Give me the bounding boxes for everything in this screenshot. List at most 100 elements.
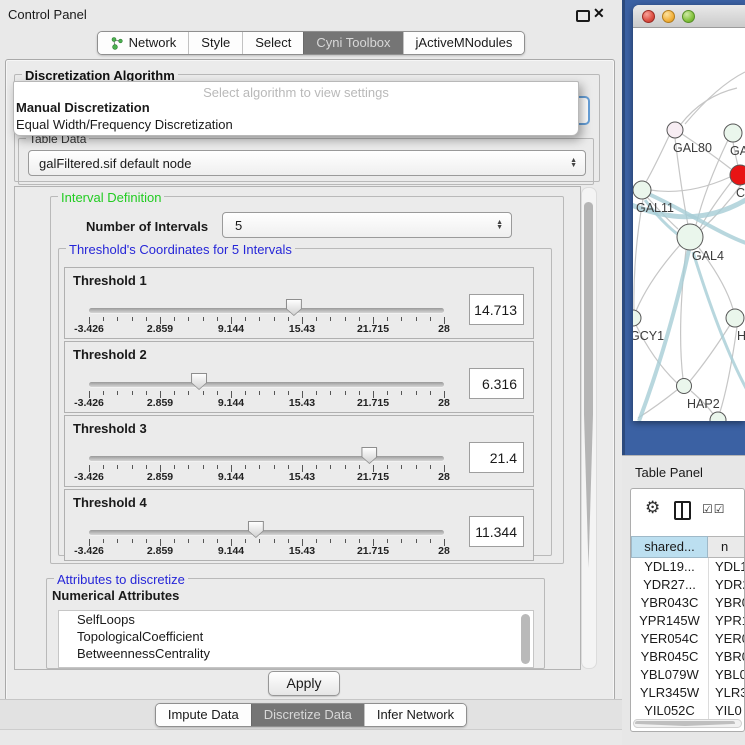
popup-item-equal-width-frequency[interactable]: Equal Width/Frequency Discretization [16,117,233,132]
slider-tick [416,391,417,395]
network-canvas[interactable]: GAL80GACGAL11GAL4GCY1HHAP2 [633,28,745,421]
cell-shared-name: YLR345W [631,684,709,702]
slider-track[interactable] [89,382,444,387]
network-node-gcy1[interactable] [633,310,641,326]
table-panel-body: ⚙ ☑☑ shared... n YDL19...YDL1YDR27...YDR… [630,488,745,732]
network-node-label: GAL4 [692,249,724,263]
table-row[interactable]: YDL19...YDL1 [631,558,744,576]
list-scrollbar-thumb[interactable] [521,614,530,664]
network-node-gal11[interactable] [633,181,651,199]
bottom-tab-bar: Impute DataDiscretize Data Infer Network [0,699,622,730]
tab-impute-data[interactable]: Impute Data [156,704,251,726]
settings-vertical-scrollbar[interactable] [581,187,597,669]
slider-tick [330,539,331,543]
popup-item-manual-discretization[interactable]: Manual Discretization [16,100,150,115]
table-row[interactable]: YDR27...YDR2 [631,576,744,594]
network-node-h[interactable] [726,309,744,327]
cell-shared-name: YIL052C [631,702,709,719]
slider-tick-label: 15.43 [282,545,322,557]
network-node-ga[interactable] [724,124,742,142]
network-node-c[interactable] [730,165,745,185]
tab-infer-network[interactable]: Infer Network [364,704,466,726]
slider-thumb[interactable] [191,373,207,390]
network-node-label: GAL11 [636,201,674,215]
network-node-gal80[interactable] [667,122,683,138]
table-row[interactable]: YPR145WYPR1 [631,612,744,630]
tab-style[interactable]: Style [188,32,242,54]
tab-label: Style [201,32,230,54]
table-data-combobox[interactable]: galFiltered.sif default node ▲▼ [28,150,586,176]
network-node-gal4[interactable] [677,224,703,250]
attribute-list-item[interactable]: SelfLoops [59,611,533,628]
slider-tick [259,391,260,395]
slider-thumb[interactable] [248,521,264,538]
threshold-value-field[interactable]: 6.316 [469,368,524,399]
attribute-list-item[interactable]: TopologicalCoefficient [59,628,533,645]
float-window-icon[interactable] [576,10,590,22]
table-horizontal-scrollbar[interactable] [633,719,742,728]
close-traffic-light-icon[interactable] [642,10,655,23]
table-row[interactable]: YIL052CYIL0 [631,702,744,719]
slider-tick [274,539,275,543]
slider-thumb[interactable] [286,299,302,316]
tab-discretize-data[interactable]: Discretize Data [251,704,364,726]
application-window: Control Panel ✕ NetworkStyleSelectCyni T… [0,0,745,745]
cell-name: YIL0 [709,702,744,719]
table-row[interactable]: YBR045CYBR0 [631,648,744,666]
bottom-tab-group: Impute DataDiscretize Data Infer Network [155,703,467,727]
slider-tick [217,391,218,395]
tab-label: Infer Network [377,704,454,726]
slider-tick [117,539,118,543]
checkbox-columns-icon[interactable]: ☑☑ [702,502,726,516]
slider-tick-label: -3.426 [69,545,109,557]
numerical-attributes-list[interactable]: SelfLoopsTopologicalCoefficientBetweenne… [58,610,534,668]
threshold-value-field[interactable]: 21.4 [469,442,524,473]
network-node-hap2[interactable] [677,379,692,394]
slider-tick [117,465,118,469]
tab-jactivemnodules[interactable]: jActiveMNodules [403,32,525,54]
minimize-traffic-light-icon[interactable] [662,10,675,23]
threshold-value-field[interactable]: 11.344 [469,516,524,547]
slider-tick [345,317,346,321]
slider-tick-label: 28 [424,471,464,483]
table-row[interactable]: YBL079WYBL0 [631,666,744,684]
tab-cyni-toolbox[interactable]: Cyni Toolbox [303,32,402,54]
slider-tick [430,391,431,395]
cell-shared-name: YBR045C [631,648,709,666]
apply-button[interactable]: Apply [268,671,340,696]
slider-tick [103,465,104,469]
slider-tick [430,317,431,321]
column-header-name[interactable]: n [708,536,744,558]
zoom-traffic-light-icon[interactable] [682,10,695,23]
network-edge [634,199,643,310]
column-header-shared-name[interactable]: shared... [631,536,708,558]
top-tab-group: Network Style SelectCyni ToolboxjActiveMNo… [97,31,526,55]
network-edge [690,325,730,381]
tab-network[interactable]: Network [98,32,189,54]
slider-tick-label: 15.43 [282,323,322,335]
slider-tick [203,391,204,395]
slider-track[interactable] [89,308,444,313]
table-row[interactable]: YER054CYER0 [631,630,744,648]
scrollbar-thumb[interactable] [584,202,593,568]
top-tab-bar: Network Style SelectCyni ToolboxjActiveMNo… [0,31,622,55]
hscrollbar-thumb[interactable] [635,721,735,726]
number-of-intervals-spinner[interactable]: 5 ▲▼ [222,212,512,238]
tab-select[interactable]: Select [242,32,303,54]
network-node-label: H [737,329,745,343]
slider-thumb[interactable] [361,447,377,464]
column-layout-icon[interactable] [674,501,691,520]
network-window: GAL80GACGAL11GAL4GCY1HHAP2 [633,5,745,421]
table-row[interactable]: YLR345WYLR3 [631,684,744,702]
slider-track[interactable] [89,456,444,461]
slider-track[interactable] [89,530,444,535]
table-row[interactable]: YBR043CYBR0 [631,594,744,612]
threshold-value-field[interactable]: 14.713 [469,294,524,325]
slider-tick [174,317,175,321]
slider-tick [345,391,346,395]
close-icon[interactable]: ✕ [593,5,605,22]
attribute-list-item[interactable]: BetweennessCentrality [59,645,533,662]
network-window-titlebar[interactable] [633,5,745,28]
slider-tick [274,465,275,469]
gear-icon[interactable]: ⚙ [645,498,660,518]
